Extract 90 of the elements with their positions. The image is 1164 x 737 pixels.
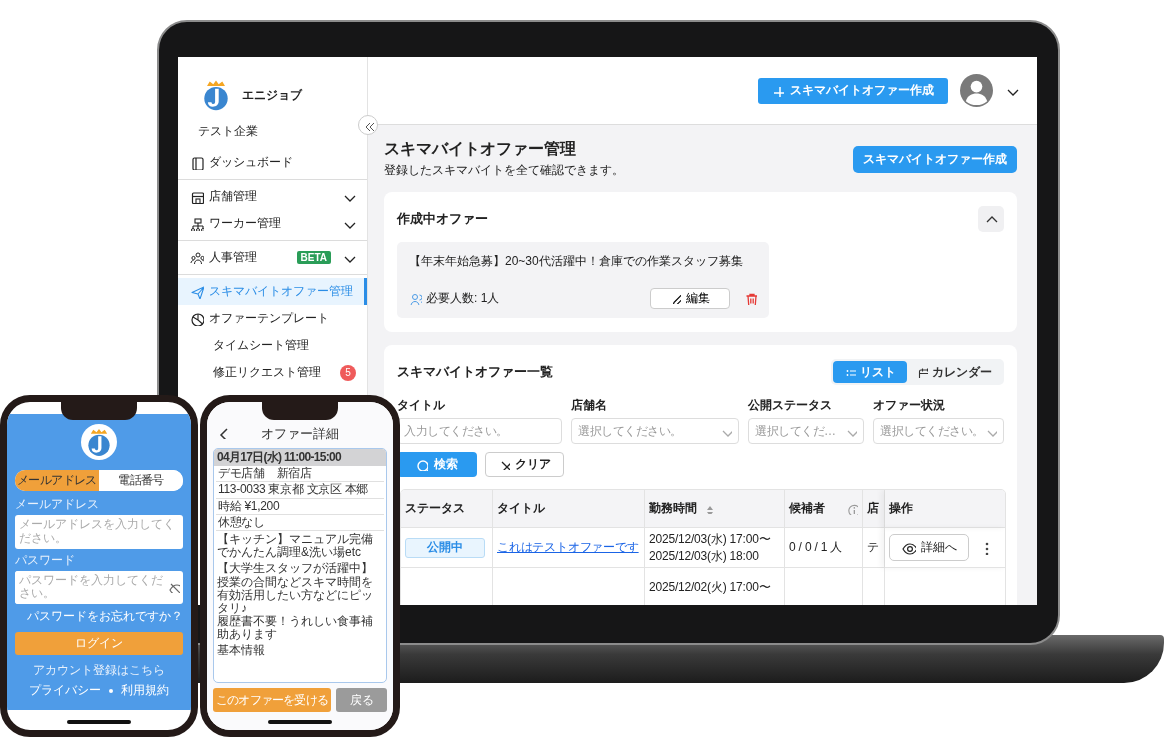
sidebar-item[interactable]: 人事管理 BETA [178, 244, 367, 271]
logo-icon [81, 424, 117, 460]
calendar-icon [917, 366, 928, 378]
search-icon [416, 458, 428, 471]
section-title: スキマバイトオファー一覧 [397, 363, 553, 381]
column-header: 店 [863, 490, 885, 528]
column-header: タイトル [493, 490, 645, 528]
field-label: メールアドレス [15, 496, 100, 513]
people-icon [409, 292, 422, 305]
search-button[interactable]: 検索 [397, 452, 477, 477]
detail-button[interactable]: 詳細へ [889, 534, 969, 561]
collapse-toggle[interactable] [978, 206, 1004, 232]
create-offer-button[interactable]: スキマバイトオファー作成 [853, 146, 1017, 173]
avatar-icon [960, 74, 993, 107]
eye-icon [901, 540, 916, 555]
offer-title: 【年末年始急募】20~30代活躍中！倉庫での作業スタッフ募集 [409, 253, 744, 270]
table-cell: テ [867, 539, 880, 556]
select-field[interactable]: 選択してください。 [873, 418, 1004, 444]
sidebar-item[interactable]: 店舗管理 [178, 183, 367, 210]
back-button[interactable]: 戻る [336, 688, 387, 712]
sidebar-item[interactable]: 修正リクエスト管理 5 [178, 359, 367, 386]
password-field[interactable]: パスワードを入力してください。 [15, 570, 183, 605]
select-field[interactable]: 選択してください。 [571, 418, 739, 444]
description-text: 基本情報 [217, 644, 266, 658]
screen-title: オファー詳細 [261, 425, 339, 443]
dashboard-icon [190, 155, 204, 170]
status-badge: 公開中 [405, 537, 485, 558]
clear-button[interactable]: クリア [485, 452, 564, 477]
required-count: 必要人数: 1人 [426, 290, 500, 307]
create-offer-button[interactable]: スキマバイトオファー作成 [758, 77, 948, 104]
column-header: 操作 [885, 490, 1005, 528]
section-title: 作成中オファー [397, 210, 488, 228]
eye-slash-icon [169, 581, 180, 593]
pencil-icon [670, 293, 681, 304]
detail-row: デモ店舗 新宿店 [216, 466, 384, 483]
offer-link[interactable]: これはテストオファーです [497, 539, 640, 556]
back-button[interactable] [217, 427, 229, 439]
login-button[interactable]: ログイン [15, 632, 183, 656]
beta-badge: BETA [296, 251, 331, 264]
shift-date: 04月17日(水) 11:00-15:00 [214, 449, 386, 467]
login-method-tab[interactable]: メールアドレス [15, 470, 99, 491]
paper-plane-icon [190, 284, 204, 299]
field-label: オファー状況 [873, 397, 946, 414]
page-subtitle: 登録したスキマバイトを全て確認できます。 [384, 162, 624, 179]
column-header: 候補者 [789, 500, 825, 517]
column-header: ステータス [401, 490, 493, 528]
footer-link[interactable]: プライバシー [29, 682, 101, 700]
email-field[interactable]: メールアドレスを入力してください。 [15, 515, 183, 549]
table-cell-text: 0 / 0 / 1 人 [789, 539, 844, 556]
description-text: 【キッチン】マニュアル完備でかんたん調理&洗い場etc [217, 532, 374, 560]
field-label: 店舗名 [571, 397, 608, 414]
detail-row: 休憩なし [216, 514, 384, 531]
input-field[interactable]: 入力してください。 [397, 418, 562, 444]
select-field[interactable]: 選択してくだ… [748, 418, 864, 444]
accept-button[interactable]: このオファーを受ける [213, 688, 331, 712]
edit-button[interactable]: 編集 [650, 288, 730, 309]
trash-icon [744, 292, 757, 305]
company-name: テスト企業 [198, 123, 259, 140]
pie-chart-icon [190, 311, 204, 326]
description-text: 【大学生スタッフが活躍中】 [217, 562, 374, 576]
people-icon [190, 250, 204, 265]
field-label: 公開ステータス [748, 397, 833, 414]
store-icon [190, 189, 204, 204]
forgot-password-link[interactable]: パスワードをお忘れですか？ [27, 608, 183, 626]
table-cell: 2025/12/03(水) 17:00〜 2025/12/03(水) 18:00 [645, 528, 785, 568]
delete-button[interactable] [744, 292, 757, 305]
page-title: スキマバイトオファー管理 [384, 139, 577, 159]
plus-icon [772, 84, 784, 97]
signup-link[interactable]: アカウント登録はこちら [33, 662, 165, 680]
sidebar-item[interactable]: オファーテンプレート [178, 305, 367, 332]
view-tab[interactable]: リスト [833, 361, 907, 383]
column-header: 勤務時間 [649, 500, 697, 517]
sidebar-item[interactable]: スキマバイトオファー管理 [178, 278, 367, 305]
table-cell: 2025/12/02(火) 17:00〜 [645, 568, 785, 605]
field-label: パスワード [15, 551, 76, 569]
brand-name: エニジョブ [242, 86, 302, 104]
field-label: タイトル [397, 397, 446, 414]
footer-link[interactable]: 利用規約 [121, 682, 169, 700]
collapse-button[interactable] [358, 115, 378, 135]
org-chart-icon [190, 216, 204, 231]
detail-row: 113-0033 東京都 文京区 本郷 [216, 482, 384, 499]
sidebar-item[interactable]: ワーカー管理 [178, 210, 367, 237]
count-badge: 5 [340, 364, 356, 381]
detail-row: 時給 ¥1,200 [216, 498, 384, 515]
description-text: 授業の合間などスキマ時間を有効活用したい方などにピッタリ♪ [217, 575, 374, 615]
back-icon [217, 427, 229, 439]
sidebar-item[interactable]: タイムシート管理 [178, 332, 367, 359]
description-text: 履歴書不要！うれしい食事補助あります [217, 615, 374, 642]
sidebar-item[interactable]: ダッシュボード [178, 149, 367, 176]
view-tab[interactable]: カレンダー [907, 361, 1002, 383]
